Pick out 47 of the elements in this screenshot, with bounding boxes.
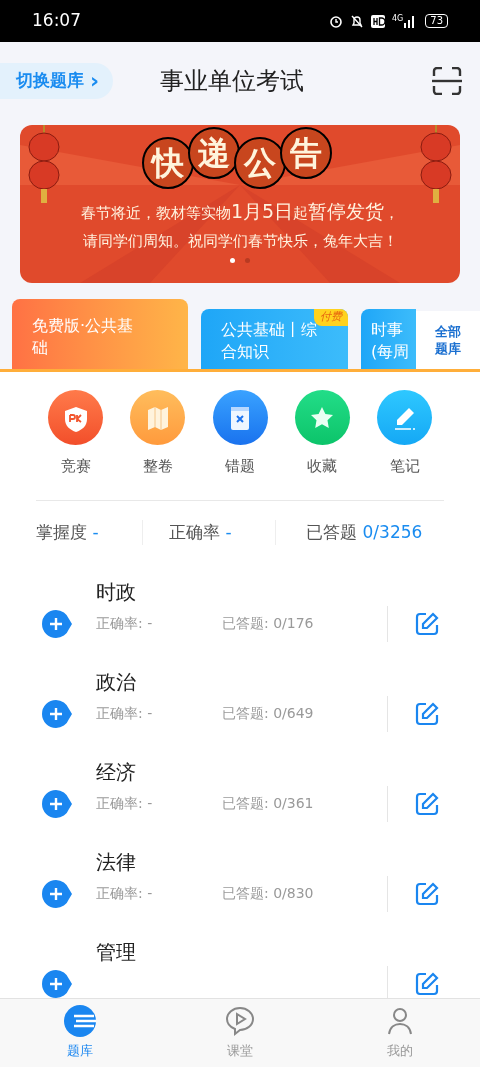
stat-text: 已答题 0/3256 — [306, 520, 423, 544]
mute-bell-icon — [349, 14, 364, 28]
stat-text: 正确率 - — [169, 520, 232, 544]
scan-icon[interactable] — [432, 67, 462, 95]
subject-name[interactable]: 经济 — [96, 756, 314, 787]
subject-name[interactable]: 法律 — [96, 846, 314, 877]
play-bubble-icon — [224, 1005, 256, 1038]
notice-banner[interactable]: 快 递 公 告 春节将近，教材等实物1月5日起暂停发货， 请同学们周知。祝同学们春节快乐，兔年大吉！ — [20, 125, 460, 283]
status-time: 16:07 — [32, 9, 81, 33]
card-title: 免费版·公共基 础 — [32, 315, 135, 359]
edit-icon[interactable] — [414, 970, 440, 997]
hd-icon — [370, 14, 385, 28]
battery-indicator: 73 — [425, 14, 448, 28]
subject-name[interactable]: 政治 — [96, 666, 314, 697]
title-badge: 告 — [280, 127, 332, 179]
edit-icon[interactable] — [414, 610, 440, 637]
all-banks-button[interactable]: 全部 题库 — [416, 311, 480, 369]
subject-name[interactable]: 管理 — [96, 936, 136, 967]
alarm-icon — [328, 14, 343, 28]
notice-text: 春节将近，教材等实物1月5日起暂停发货， — [80, 199, 400, 224]
accuracy-text: 正确率: - — [96, 613, 154, 633]
answered-text: 已答题: 0/176 — [222, 613, 314, 633]
subject-name[interactable]: 时政 — [96, 576, 314, 607]
expand-plus-icon — [42, 879, 72, 908]
answered-text: 已答题: 0/830 — [222, 883, 314, 903]
edit-icon[interactable] — [414, 700, 440, 727]
title-badge: 递 — [188, 127, 240, 179]
answered-text: 已答题: 0/649 — [222, 703, 314, 723]
edit-icon[interactable] — [414, 790, 440, 817]
tab-item[interactable]: 题库 — [0, 999, 160, 1067]
network-label: 4G — [391, 14, 404, 23]
edit-icon[interactable] — [414, 880, 440, 907]
title-badge: 公 — [234, 137, 286, 189]
notice-text: 请同学们周知。祝同学们春节快乐，兔年大吉！ — [82, 230, 398, 252]
card-title: 时事 (每周 — [371, 319, 411, 363]
accuracy-text: 正确率: - — [96, 703, 154, 723]
page-title: 事业单位考试 — [160, 66, 304, 97]
answered-text: 已答题: 0/361 — [222, 793, 314, 813]
accuracy-text: 正确率: - — [96, 883, 154, 903]
title-badge: 快 — [142, 137, 194, 189]
expand-plus-icon — [42, 699, 72, 728]
signal-icon — [404, 14, 417, 28]
stat-text: 掌握度 - — [36, 520, 99, 544]
accuracy-text: 正确率: - — [96, 793, 154, 813]
list-icon — [64, 1005, 96, 1038]
expand-plus-icon — [42, 609, 72, 638]
expand-plus-icon — [42, 789, 72, 818]
